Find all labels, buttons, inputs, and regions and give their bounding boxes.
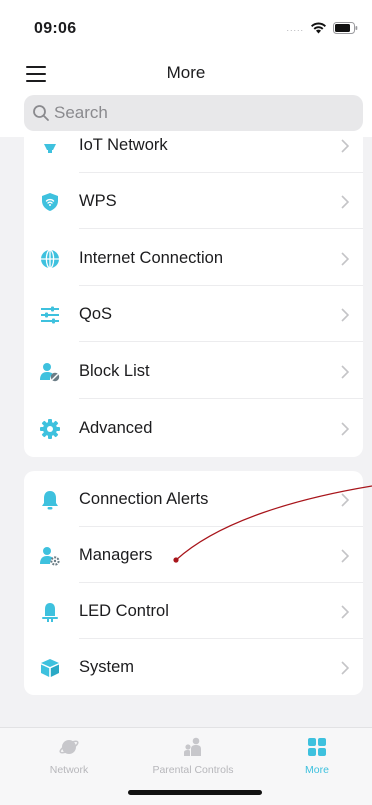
page-title: More — [166, 63, 206, 82]
list-item-connection-alerts[interactable]: Connection Alerts — [24, 471, 363, 527]
wps-shield-icon — [42, 193, 58, 211]
iot-icon — [44, 144, 56, 153]
search-placeholder: Search — [54, 103, 108, 122]
chevron-right-icon — [341, 252, 349, 266]
list-item-label: Advanced — [79, 419, 153, 437]
settings-group-system: Connection Alerts Managers LED Control S… — [24, 471, 363, 695]
chevron-right-icon — [341, 195, 349, 209]
status-icons: ..... — [286, 22, 358, 34]
battery-icon — [333, 22, 358, 34]
settings-list[interactable]: IoT Network WPS Internet Connection QoS … — [0, 137, 372, 727]
tab-parental-controls[interactable]: Parental Controls — [131, 728, 255, 784]
search-container: Search — [0, 91, 372, 137]
list-item-label: LED Control — [79, 602, 169, 620]
divider — [79, 398, 363, 399]
chevron-right-icon — [341, 549, 349, 563]
list-item-system[interactable]: System — [24, 639, 363, 695]
home-indicator — [128, 790, 262, 795]
system-box-icon — [41, 659, 59, 677]
block-user-icon — [40, 363, 60, 382]
list-item-qos[interactable]: QoS — [24, 286, 363, 342]
divider — [79, 341, 363, 342]
tab-network[interactable]: Network — [7, 728, 131, 784]
wifi-icon — [311, 22, 326, 34]
led-icon — [42, 603, 58, 622]
bell-icon — [42, 491, 58, 510]
tab-label: Network — [49, 764, 89, 776]
chevron-right-icon — [341, 308, 349, 322]
sliders-icon — [41, 306, 59, 324]
list-item-internet-connection[interactable]: Internet Connection — [24, 230, 363, 286]
list-item-block-list[interactable]: Block List — [24, 343, 363, 399]
globe-icon — [41, 249, 59, 269]
list-item-wps[interactable]: WPS — [24, 173, 363, 229]
search-input[interactable]: Search — [24, 95, 363, 131]
network-planet-icon — [59, 740, 79, 754]
chevron-right-icon — [341, 493, 349, 507]
signal-icon: ..... — [286, 23, 304, 33]
search-icon — [33, 105, 49, 121]
list-item-advanced[interactable]: Advanced — [24, 400, 363, 456]
nav-bar: More — [0, 44, 372, 96]
status-bar: 09:06 ..... — [0, 0, 372, 44]
list-item-led-control[interactable]: LED Control — [24, 583, 363, 639]
chevron-right-icon — [341, 365, 349, 379]
parental-controls-icon — [184, 737, 201, 756]
tab-more[interactable]: More — [255, 728, 372, 784]
tab-label: More — [305, 764, 329, 776]
list-item-iot-network[interactable]: IoT Network — [24, 137, 363, 173]
tab-label: Parental Controls — [152, 764, 234, 776]
list-item-label: Connection Alerts — [79, 490, 209, 508]
chevron-right-icon — [341, 422, 349, 436]
list-item-label: WPS — [79, 192, 117, 210]
chevron-right-icon — [341, 605, 349, 619]
chevron-right-icon — [341, 661, 349, 675]
list-item-managers[interactable]: Managers — [24, 527, 363, 583]
list-item-label: System — [79, 658, 135, 676]
list-item-label: Internet Connection — [79, 249, 224, 267]
list-item-label: Managers — [79, 546, 153, 564]
more-grid-icon — [308, 738, 326, 756]
settings-group-network: IoT Network WPS Internet Connection QoS … — [24, 137, 363, 457]
list-item-label: QoS — [79, 305, 113, 323]
list-item-label: IoT Network — [79, 137, 168, 154]
chevron-right-icon — [341, 139, 349, 153]
status-time: 09:06 — [34, 20, 77, 37]
divider — [79, 228, 363, 229]
gear-icon — [40, 419, 60, 439]
managers-icon — [40, 547, 60, 566]
list-item-label: Block List — [79, 362, 150, 380]
